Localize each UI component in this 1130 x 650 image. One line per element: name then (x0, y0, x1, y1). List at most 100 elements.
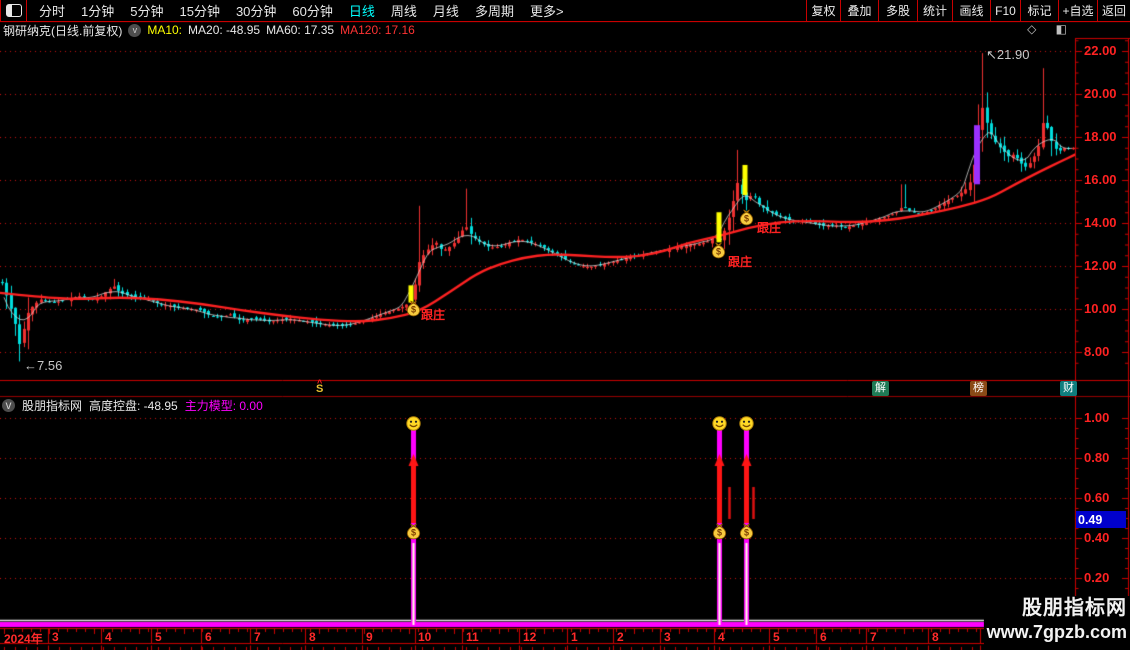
x-axis-month-label: 8 (932, 630, 939, 644)
period-tabs: 分时 1分钟 5分钟 15分钟 30分钟 60分钟 日线 周线 月线 多周期 更多> (27, 1, 806, 20)
indicator-field-kongpan: 高度控盘: -48.95 (89, 398, 178, 413)
period-tab-10[interactable]: 更多> (530, 1, 564, 20)
price-axis-label: 12.00 (1084, 258, 1117, 273)
price-axis-label: 10.00 (1084, 301, 1117, 316)
indicator-axis-label: 0.80 (1084, 450, 1110, 465)
ma-label-1: MA20: -48.95 (188, 23, 261, 37)
x-axis-month-label: 11 (466, 630, 479, 644)
panel-toggle-icon[interactable] (1, 0, 27, 21)
price-axis-label: 18.00 (1084, 129, 1117, 144)
svg-text:$: $ (716, 246, 721, 256)
price-annotation: ↖21.90 (986, 47, 1030, 62)
money-bag-icon: $ (738, 523, 755, 545)
current-value-box: 0.49 (1076, 511, 1126, 528)
indicator-axis-label: 0.40 (1084, 530, 1110, 545)
period-tab-9[interactable]: 多周期 (475, 1, 514, 20)
toolbar-actions: 复权 叠加 多股 统计 画线 F10 标记 +自选 返回 (806, 0, 1130, 22)
svg-text:$: $ (411, 528, 416, 538)
chevron-down-icon[interactable]: v (2, 398, 15, 412)
period-tab-4[interactable]: 30分钟 (236, 1, 276, 20)
ma-label-0: MA10: (147, 23, 183, 37)
price-axis-label: 20.00 (1084, 86, 1117, 101)
svg-text:$: $ (411, 305, 416, 315)
toolbar-action-6[interactable]: 标记 (1020, 0, 1058, 22)
watermark-name: 股朋指标网 (1022, 597, 1127, 619)
x-axis-month-label: 1 (571, 630, 578, 644)
toolbar-action-0[interactable]: 复权 (806, 0, 840, 22)
x-axis-month-label: 5 (773, 630, 780, 644)
x-axis-month-label: 10 (418, 630, 432, 644)
x-axis-month-label: 6 (205, 630, 212, 644)
toolbar-action-7[interactable]: +自选 (1058, 0, 1097, 22)
indicator-axis-label: 0.60 (1084, 490, 1110, 505)
toolbar-action-3[interactable]: 统计 (917, 0, 952, 22)
indicator-header: v 股朋指标网 高度控盘: -48.95 主力模型: 0.00 (2, 398, 263, 413)
period-tab-1[interactable]: 1分钟 (81, 1, 114, 20)
period-tab-2[interactable]: 5分钟 (130, 1, 163, 20)
divider-badge-0[interactable]: 解 (872, 381, 889, 396)
x-axis-month-label: 7 (254, 630, 261, 644)
event-marker-symbol[interactable]: S (316, 383, 323, 395)
svg-text:$: $ (717, 528, 722, 538)
x-axis-month-label: 2 (617, 630, 624, 644)
stock-title: 钢研纳克(日线.前复权) (3, 23, 123, 38)
svg-text:$: $ (744, 213, 749, 223)
indicator-axis-label: 0.20 (1084, 570, 1110, 585)
ma-label-3: MA120: 17.16 (340, 23, 415, 37)
money-bag-icon: $ (738, 209, 755, 231)
smiley-icon (712, 416, 727, 436)
genzhuang-label: 跟庄 (757, 221, 782, 235)
price-annotation: ←7.56 (24, 358, 63, 373)
ma-values: MA10: MA20: -48.95 MA60: 17.35 MA120: 17.16 (147, 21, 421, 39)
watermark-url: www.7gpzb.com (986, 622, 1127, 642)
toolbar-action-1[interactable]: 叠加 (840, 0, 878, 22)
money-bag-icon: $ (405, 523, 422, 545)
divider-badge-2[interactable]: 财 (1060, 381, 1077, 396)
x-axis-month-label: 2024年 (4, 632, 43, 646)
toolbar-action-2[interactable]: 多股 (878, 0, 917, 22)
price-axis-label: 16.00 (1084, 172, 1117, 187)
x-axis-month-label: 4 (718, 630, 725, 644)
indicator-field-zhuli: 主力模型: 0.00 (184, 398, 263, 413)
smiley-icon (406, 416, 421, 436)
x-axis-month-label: 9 (366, 630, 373, 644)
x-axis-month-label: 5 (155, 630, 162, 644)
chevron-down-icon[interactable]: v (128, 23, 142, 37)
price-axis-label: 14.00 (1084, 215, 1117, 230)
period-tab-7[interactable]: 周线 (391, 1, 417, 20)
title-row: 钢研纳克(日线.前复权) v MA10: MA20: -48.95 MA60: 17… (0, 22, 1130, 38)
x-axis-month-label: 6 (820, 630, 827, 644)
x-axis-month-label: 7 (870, 630, 877, 644)
indicator-source: 股朋指标网 (22, 398, 83, 413)
price-axis-label: 22.00 (1084, 43, 1117, 58)
period-tab-8[interactable]: 月线 (433, 1, 459, 20)
money-bag-icon: $ (710, 242, 727, 264)
top-toolbar: 分时 1分钟 5分钟 15分钟 30分钟 60分钟 日线 周线 月线 多周期 更多> 复权 叠加 多股统… (0, 0, 1130, 22)
genzhuang-label: 跟庄 (728, 255, 753, 269)
svg-text:$: $ (744, 528, 749, 538)
period-tab-5[interactable]: 60分钟 (292, 1, 332, 20)
period-tab-3[interactable]: 15分钟 (179, 1, 219, 20)
period-tab-6[interactable]: 日线 (349, 1, 375, 20)
indicator-axis-label: 1.00 (1084, 410, 1110, 425)
ma-label-2: MA60: 17.35 (266, 23, 335, 37)
x-axis-month-label: 12 (523, 630, 537, 644)
money-bag-icon: $ (405, 300, 422, 322)
smiley-icon (739, 416, 754, 436)
current-value-label: 0.49 (1078, 512, 1103, 527)
period-tab-0[interactable]: 分时 (39, 1, 65, 20)
x-axis-month-label: 4 (105, 630, 112, 644)
genzhuang-label: 跟庄 (421, 308, 446, 322)
site-watermark: 股朋指标网 www.7gpzb.com (984, 596, 1130, 650)
x-axis-month-label: 3 (664, 630, 671, 644)
price-axis-label: 8.00 (1084, 344, 1110, 359)
x-axis-month-label: 3 (52, 630, 59, 644)
toolbar-action-4[interactable]: 画线 (952, 0, 990, 22)
x-axis-month-label: 8 (309, 630, 316, 644)
divider-badge-1[interactable]: 榜 (970, 381, 987, 396)
title-right-icons[interactable]: ◇ ◧ (1027, 22, 1075, 36)
toolbar-action-5[interactable]: F10 (990, 0, 1020, 22)
chart-canvas[interactable] (0, 0, 1130, 650)
money-bag-icon: $ (711, 523, 728, 545)
toolbar-action-8[interactable]: 返回 (1097, 0, 1130, 22)
